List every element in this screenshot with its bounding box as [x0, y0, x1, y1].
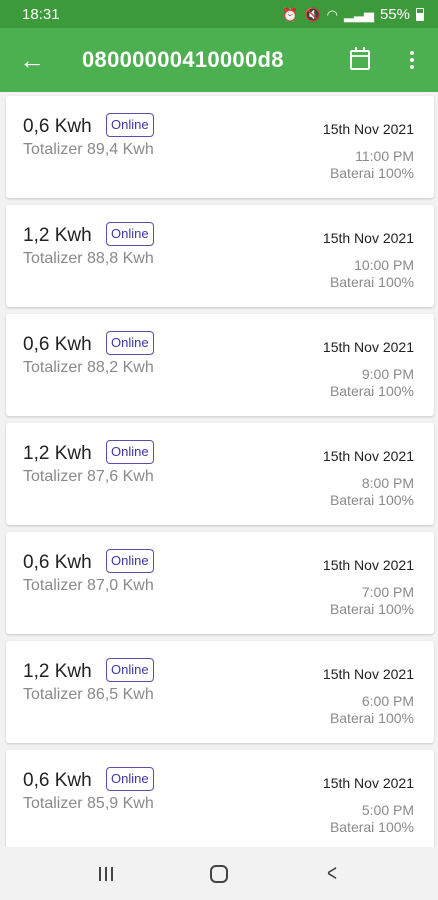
more-vert-icon [410, 58, 414, 62]
reading-time: 10:00 PM [354, 257, 414, 273]
reading-totalizer: Totalizer 87,0 Kwh [23, 577, 154, 594]
battery-percent: 55% [379, 5, 410, 23]
reading-date: 15th Nov 2021 [322, 121, 414, 137]
reading-time: 8:00 PM [361, 475, 414, 491]
status-badge: Online [106, 767, 154, 791]
home-icon [209, 864, 228, 883]
reading-kwh: 0,6 Kwh [23, 116, 92, 137]
wifi-icon: ◠ [326, 6, 338, 22]
reading-date: 15th Nov 2021 [322, 339, 414, 355]
recents-icon [99, 866, 114, 881]
recents-button[interactable] [76, 854, 136, 894]
reading-card[interactable]: 1,2 Kwh Online Totalizer 86,5 Kwh 15th N… [6, 641, 434, 743]
status-badge: Online [106, 549, 154, 573]
back-icon: < [326, 859, 337, 887]
reading-date: 15th Nov 2021 [322, 230, 414, 246]
system-back-button[interactable]: < [302, 854, 362, 894]
calendar-button[interactable] [334, 28, 386, 92]
app-bar: ← 08000000410000d8 [0, 28, 438, 92]
reading-card[interactable]: 0,6 Kwh Online Totalizer 88,2 Kwh 15th N… [6, 314, 434, 416]
more-options-button[interactable] [386, 28, 438, 92]
reading-battery: Baterai 100% [329, 274, 414, 290]
mute-icon: 🔇 [304, 6, 321, 22]
reading-battery: Baterai 100% [329, 165, 414, 181]
home-button[interactable] [189, 854, 249, 894]
reading-battery: Baterai 100% [329, 819, 414, 835]
battery-icon [416, 7, 424, 21]
reading-date: 15th Nov 2021 [322, 557, 414, 573]
reading-totalizer: Totalizer 88,2 Kwh [23, 359, 154, 376]
page-title: 08000000410000d8 [82, 47, 284, 72]
status-badge: Online [106, 658, 154, 682]
reading-battery: Baterai 100% [329, 710, 414, 726]
reading-totalizer: Totalizer 89,4 Kwh [23, 141, 154, 158]
calendar-icon [350, 47, 370, 70]
reading-card[interactable]: 1,2 Kwh Online Totalizer 87,6 Kwh 15th N… [6, 423, 434, 525]
reading-kwh: 1,2 Kwh [23, 661, 92, 682]
reading-card[interactable]: 0,6 Kwh Online Totalizer 85,9 Kwh 15th N… [6, 750, 434, 847]
reading-date: 15th Nov 2021 [322, 666, 414, 682]
status-bar: 18:31 ⏰ 🔇 ◠ ▂▃▅ 55% [0, 0, 438, 28]
reading-time: 7:00 PM [361, 584, 414, 600]
reading-card[interactable]: 0,6 Kwh Online Totalizer 89,4 Kwh 15th N… [6, 96, 434, 198]
reading-date: 15th Nov 2021 [322, 775, 414, 791]
system-nav-bar: < [0, 847, 438, 900]
reading-kwh: 0,6 Kwh [23, 334, 92, 355]
readings-list[interactable]: 0,6 Kwh Online Totalizer 89,4 Kwh 15th N… [0, 92, 438, 847]
status-badge: Online [106, 222, 154, 246]
reading-kwh: 1,2 Kwh [23, 225, 92, 246]
reading-time: 11:00 PM [355, 148, 414, 164]
reading-battery: Baterai 100% [329, 601, 414, 617]
reading-kwh: 1,2 Kwh [23, 443, 92, 464]
signal-icon: ▂▃▅ [343, 6, 374, 22]
arrow-left-icon: ← [19, 44, 45, 75]
reading-kwh: 0,6 Kwh [23, 770, 92, 791]
status-time: 18:31 [22, 5, 60, 23]
status-badge: Online [106, 331, 154, 355]
reading-time: 6:00 PM [361, 693, 414, 709]
reading-totalizer: Totalizer 88,8 Kwh [23, 250, 154, 267]
status-badge: Online [106, 113, 154, 137]
status-icons: ⏰ 🔇 ◠ ▂▃▅ 55% [282, 6, 424, 23]
reading-card[interactable]: 0,6 Kwh Online Totalizer 87,0 Kwh 15th N… [6, 532, 434, 634]
reading-time: 9:00 PM [361, 366, 414, 382]
reading-totalizer: Totalizer 85,9 Kwh [23, 795, 154, 812]
reading-card[interactable]: 1,2 Kwh Online Totalizer 88,8 Kwh 15th N… [6, 205, 434, 307]
reading-totalizer: Totalizer 87,6 Kwh [23, 468, 154, 485]
alarm-icon: ⏰ [282, 6, 299, 22]
reading-date: 15th Nov 2021 [322, 448, 414, 464]
back-button[interactable]: ← [0, 28, 64, 92]
reading-kwh: 0,6 Kwh [23, 552, 92, 573]
reading-battery: Baterai 100% [329, 492, 414, 508]
reading-battery: Baterai 100% [329, 383, 414, 399]
reading-totalizer: Totalizer 86,5 Kwh [23, 686, 154, 703]
reading-time: 5:00 PM [361, 802, 414, 818]
status-badge: Online [106, 440, 154, 464]
